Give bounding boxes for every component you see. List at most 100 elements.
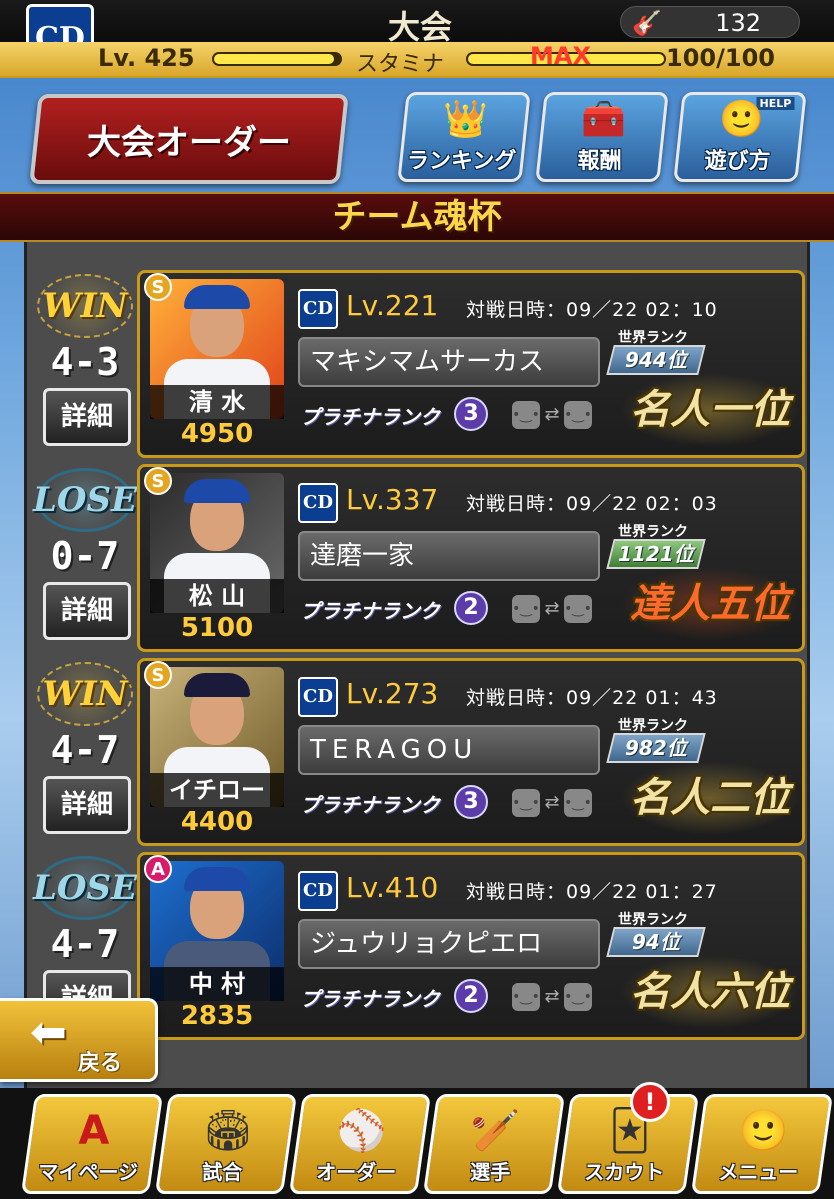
opponent-level: Lv.410 bbox=[346, 871, 439, 904]
dan-rank-emblem: 名人一位 bbox=[620, 373, 800, 447]
platinum-rank-label: プラチナランク bbox=[300, 793, 440, 817]
world-rank-badge: 94位 bbox=[606, 927, 706, 957]
opponent-name: ジュウリョクピエロ bbox=[298, 919, 600, 969]
stadium-icon: 🏟 bbox=[202, 1108, 254, 1154]
detail-button[interactable]: 詳細 bbox=[43, 388, 131, 446]
level-progress-bar bbox=[212, 52, 342, 66]
player-power: 4400 bbox=[180, 807, 254, 837]
nav-order[interactable]: ⚾ オーダー bbox=[288, 1094, 432, 1194]
match-card[interactable]: S 清 水 4950 CD Lv.221 対戦日時：09／22 02：10 マキ… bbox=[137, 270, 805, 458]
player-rank-badge: S bbox=[144, 273, 172, 301]
opponent-team-icon: CD bbox=[298, 483, 338, 523]
opponent-name: 達磨一家 bbox=[298, 531, 600, 581]
match-result-column: WIN 4-3 詳細 bbox=[33, 270, 153, 458]
opponent-level: Lv.337 bbox=[346, 483, 439, 516]
player-cap bbox=[184, 285, 250, 309]
dan-rank-emblem: 達人五位 bbox=[620, 567, 800, 641]
coin-count: 132 bbox=[715, 9, 761, 37]
platinum-rank-number: 2 bbox=[454, 591, 488, 625]
crown-icon: 👑 bbox=[443, 99, 489, 140]
mascot-menu-icon: 🙂 bbox=[738, 1108, 789, 1154]
opponent-face-icon: •‿• bbox=[564, 789, 592, 817]
lose-badge: LOSE bbox=[33, 468, 137, 532]
world-rank-label: 世界ランク bbox=[618, 330, 688, 346]
ranking-button[interactable]: 👑 ランキング bbox=[397, 92, 531, 182]
nav-game[interactable]: 🏟 試合 bbox=[154, 1094, 298, 1194]
lose-badge: LOSE bbox=[33, 856, 137, 920]
opponent-team-icon: CD bbox=[298, 289, 338, 329]
match-datetime: 対戦日時：09／22 02：10 bbox=[466, 299, 718, 321]
tournament-order-label: 大会オーダー bbox=[87, 122, 291, 163]
match-datetime: 対戦日時：09／22 01：27 bbox=[466, 881, 718, 903]
nav-menu[interactable]: 🙂 メニュー bbox=[690, 1094, 834, 1194]
coin-counter[interactable]: 🎸 132 bbox=[620, 6, 800, 38]
batter-icon: 🏏 bbox=[470, 1108, 521, 1154]
nav-order-label: オーダー bbox=[316, 1160, 397, 1184]
stamina-max-label: MAX bbox=[530, 42, 591, 70]
player-rank-badge: S bbox=[144, 661, 172, 689]
player-level: Lv. 425 bbox=[98, 44, 195, 72]
me-face-icon: •‿• bbox=[512, 983, 540, 1011]
match-card[interactable]: S 松 山 5100 CD Lv.337 対戦日時：09／22 02：03 達磨… bbox=[137, 464, 805, 652]
match-score: 4-7 bbox=[50, 922, 120, 966]
nav-scout[interactable]: 🃏 スカウト bbox=[556, 1094, 700, 1194]
match-result-column: LOSE 0-7 詳細 bbox=[33, 464, 153, 652]
player-cap bbox=[184, 673, 250, 697]
platinum-rank-label: プラチナランク bbox=[300, 405, 440, 429]
detail-button[interactable]: 詳細 bbox=[43, 582, 131, 640]
world-rank-label: 世界ランク bbox=[618, 718, 688, 734]
opponent-name: マキシマムサーカス bbox=[298, 337, 600, 387]
world-rank-label: 世界ランク bbox=[618, 524, 688, 540]
match-card[interactable]: A 中 村 2835 CD Lv.410 対戦日時：09／22 01：27 ジュ… bbox=[137, 852, 805, 1040]
me-face-icon: •‿• bbox=[512, 595, 540, 623]
nav-players[interactable]: 🏏 選手 bbox=[422, 1094, 566, 1194]
reward-label: 報酬 bbox=[577, 149, 622, 174]
tournament-order-button[interactable]: 大会オーダー bbox=[29, 94, 349, 184]
player-name: 中 村 bbox=[150, 967, 284, 1001]
mascot-icon: 🙂 bbox=[719, 99, 765, 140]
world-rank-badge: 1121位 bbox=[606, 539, 706, 569]
scout-card-icon: 🃏 bbox=[609, 1108, 651, 1154]
nav-scout-label: スカウト bbox=[584, 1160, 665, 1184]
opponent-team-icon: CD bbox=[298, 871, 338, 911]
nav-mypage[interactable]: A マイページ bbox=[20, 1094, 164, 1194]
dan-rank-emblem: 名人六位 bbox=[620, 955, 800, 1029]
reward-button[interactable]: 🧰 報酬 bbox=[535, 92, 669, 182]
top-status-bar: CD 大会 🎸 132 Lv. 425 スタミナ MAX 100/100 bbox=[0, 0, 834, 78]
match-card[interactable]: S イチロー 4400 CD Lv.273 対戦日時：09／22 01：43 T… bbox=[137, 658, 805, 846]
ranking-label: ランキング bbox=[407, 149, 517, 174]
nav-mypage-label: マイページ bbox=[38, 1160, 139, 1184]
opponent-face-icon: •‿• bbox=[564, 401, 592, 429]
player-rank-badge: S bbox=[144, 467, 172, 495]
detail-button[interactable]: 詳細 bbox=[43, 776, 131, 834]
back-button[interactable]: ⬅ 戻る bbox=[0, 998, 158, 1082]
player-power: 2835 bbox=[180, 1001, 254, 1031]
help-button[interactable]: HELP 🙂 遊び方 bbox=[673, 92, 807, 182]
section-title-strip: チーム魂杯 bbox=[0, 192, 834, 242]
level-progress-fill bbox=[214, 54, 334, 64]
opponent-team-icon: CD bbox=[298, 677, 338, 717]
swap-arrows-icon: ⇄ bbox=[544, 792, 560, 813]
dan-rank-emblem: 名人二位 bbox=[620, 761, 800, 835]
platinum-rank-label: プラチナランク bbox=[300, 599, 440, 623]
match-score: 0-7 bbox=[50, 534, 120, 578]
player-cap bbox=[184, 867, 250, 891]
opponent-level: Lv.273 bbox=[346, 677, 439, 710]
stamina-label: スタミナ bbox=[356, 52, 445, 77]
match-datetime: 対戦日時：09／22 01：43 bbox=[466, 687, 718, 709]
win-badge: WIN bbox=[37, 662, 133, 726]
match-history-list[interactable]: WIN 4-3 詳細 S 清 水 4950 CD Lv.221 対戦日時：09／… bbox=[24, 242, 810, 1092]
world-rank-badge: 982位 bbox=[606, 733, 706, 763]
swap-arrows-icon: ⇄ bbox=[544, 404, 560, 425]
world-rank-value: 1121位 bbox=[618, 542, 694, 566]
player-cap bbox=[184, 479, 250, 503]
world-rank-value: 94位 bbox=[632, 930, 680, 954]
guitar-coin-icon: 🎸 bbox=[632, 9, 662, 37]
bottom-navigation: A マイページ 🏟 試合 ⚾ オーダー 🏏 選手 🃏 スカウト 🙂 メニュー bbox=[0, 1088, 834, 1199]
platinum-rank-number: 2 bbox=[454, 979, 488, 1013]
back-label: 戻る bbox=[78, 1051, 123, 1076]
back-arrow-icon: ⬅ bbox=[30, 1007, 67, 1058]
opponent-face-icon: •‿• bbox=[564, 983, 592, 1011]
section-title: チーム魂杯 bbox=[332, 197, 502, 237]
match-datetime: 対戦日時：09／22 02：03 bbox=[466, 493, 718, 515]
